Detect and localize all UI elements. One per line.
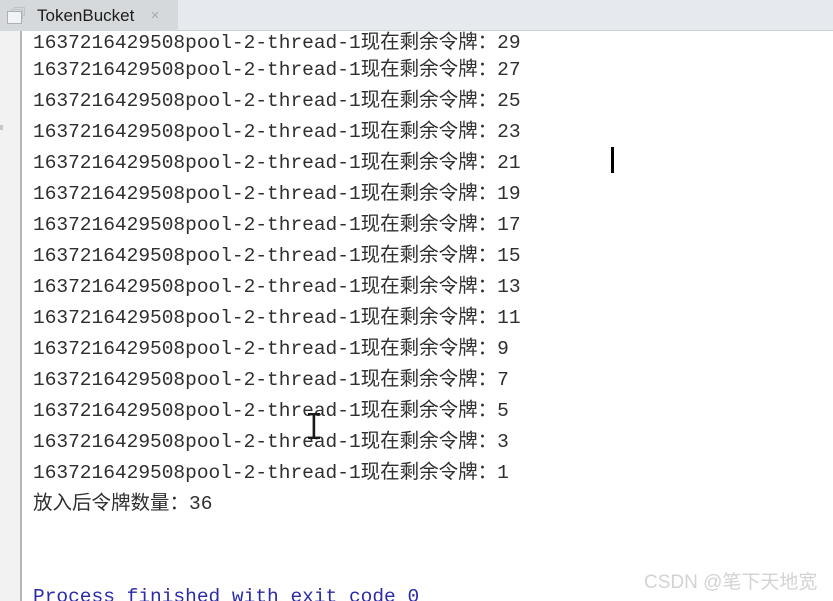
console-output-panel[interactable]: 1637216429508pool-2-thread-1现在剩余令牌：29 163… xyxy=(0,31,833,601)
console-window-icon xyxy=(7,6,27,25)
console-line-list: 1637216429508pool-2-thread-1现在剩余令牌：29 163… xyxy=(33,31,823,601)
console-line: 1637216429508pool-2-thread-1现在剩余令牌：1 xyxy=(33,462,509,484)
console-gutter xyxy=(0,31,20,601)
csdn-watermark: CSDN @笔下天地宽 xyxy=(644,572,818,593)
console-line: 1637216429508pool-2-thread-1现在剩余令牌：27 xyxy=(33,59,521,81)
console-line: 1637216429508pool-2-thread-1现在剩余令牌：17 xyxy=(33,214,521,236)
console-line: 1637216429508pool-2-thread-1现在剩余令牌：29 xyxy=(33,32,521,54)
console-line: 1637216429508pool-2-thread-1现在剩余令牌：11 xyxy=(33,307,521,329)
console-line: 1637216429508pool-2-thread-1现在剩余令牌：13 xyxy=(33,276,521,298)
gutter-divider xyxy=(20,31,22,601)
console-line: 1637216429508pool-2-thread-1现在剩余令牌：23 xyxy=(33,121,521,143)
console-line: 1637216429508pool-2-thread-1现在剩余令牌：9 xyxy=(33,338,509,360)
tab-tokenbucket[interactable]: TokenBucket × xyxy=(0,0,178,31)
console-line: 放入后令牌数量：36 xyxy=(33,493,213,515)
console-tab-bar: TokenBucket × xyxy=(0,0,833,31)
console-line: 1637216429508pool-2-thread-1现在剩余令牌：7 xyxy=(33,369,509,391)
tab-title-label: TokenBucket xyxy=(37,5,135,25)
console-line: 1637216429508pool-2-thread-1现在剩余令牌：21 xyxy=(33,152,521,174)
console-line: 1637216429508pool-2-thread-1现在剩余令牌：25 xyxy=(33,90,521,112)
console-line: 1637216429508pool-2-thread-1现在剩余令牌：3 xyxy=(33,431,509,453)
close-icon[interactable]: × xyxy=(148,8,162,23)
text-caret xyxy=(611,147,614,173)
console-line: 1637216429508pool-2-thread-1现在剩余令牌：5 xyxy=(33,400,509,422)
scroll-marker xyxy=(0,125,3,130)
console-line: 1637216429508pool-2-thread-1现在剩余令牌：19 xyxy=(33,183,521,205)
console-line: 1637216429508pool-2-thread-1现在剩余令牌：15 xyxy=(33,245,521,267)
